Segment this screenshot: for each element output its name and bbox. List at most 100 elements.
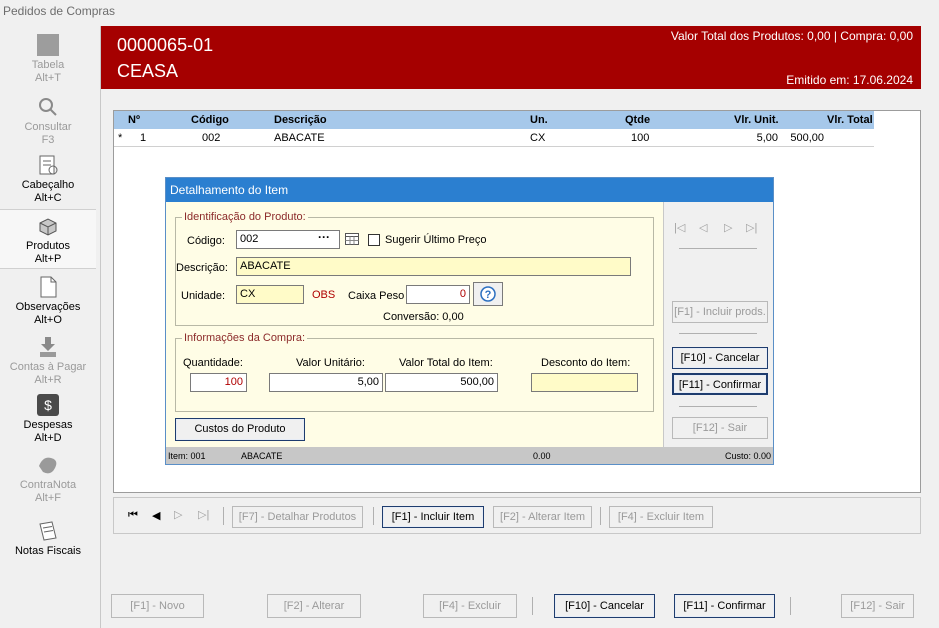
svg-text:?: ? <box>485 289 492 301</box>
alter-button[interactable]: [F2] - Alterar <box>267 594 361 618</box>
first-record-icon[interactable]: ⏮ <box>128 509 138 522</box>
col-header-total[interactable]: Vlr. Total <box>827 114 873 126</box>
sidebar-item-observacoes[interactable]: Observações Alt+O <box>0 276 96 327</box>
confirm-button[interactable]: [F11] - Confirmar <box>672 373 768 395</box>
sidebar-item-shortcut: Alt+O <box>34 314 62 326</box>
sidebar-item-contas-a-pagar[interactable]: Contas à Pagar Alt+R <box>0 336 96 387</box>
dialog-title[interactable]: Detalhamento do Item <box>166 178 773 202</box>
supplier-name: CEASA <box>117 61 179 81</box>
discount-label: Desconto do Item: <box>541 357 631 369</box>
previous-record-icon[interactable]: ◀ <box>152 509 160 522</box>
alter-item-button[interactable]: [F2] - Alterar Item <box>493 506 592 528</box>
sidebar-item-notas-fiscais[interactable]: Notas Fiscais <box>0 520 96 558</box>
footer-confirm-button[interactable]: [F11] - Confirmar <box>674 594 775 618</box>
include-item-button[interactable]: [F1] - Incluir Item <box>382 506 484 528</box>
sidebar-item-label: Tabela <box>31 59 65 71</box>
toolbar-separator <box>373 507 374 525</box>
counter-note-icon <box>39 457 57 474</box>
col-header-num[interactable]: Nº <box>128 114 140 126</box>
conversion-text: Conversão: 0,00 <box>383 311 464 323</box>
col-header-unit-value[interactable]: Vlr. Unit. <box>734 114 779 126</box>
sidebar-item-label: Despesas <box>23 419 73 431</box>
unit-label: Unidade: <box>181 290 226 302</box>
next-record-icon[interactable]: ▷ <box>724 221 732 234</box>
issued-date: Emitido em: 17.06.2024 <box>786 73 913 87</box>
sidebar-item-label: Contas à Pagar <box>9 361 87 373</box>
table-row[interactable]: * 1 002 ABACATE CX 100 5,00 500,00 <box>114 129 874 147</box>
cell-code: 002 <box>202 132 221 144</box>
sidebar-item-shortcut: Alt+F <box>35 492 61 504</box>
previous-record-icon[interactable]: ◁ <box>699 221 707 234</box>
panel-divider <box>679 333 757 334</box>
obs-label: OBS <box>312 289 336 301</box>
sidebar-item-cabecalho[interactable]: Cabeçalho Alt+C <box>0 154 96 205</box>
col-header-code[interactable]: Código <box>191 114 229 126</box>
discount-input[interactable] <box>531 373 638 392</box>
last-record-icon[interactable]: ▷| <box>198 508 209 521</box>
sidebar-item-produtos[interactable]: Produtos Alt+P <box>0 209 96 269</box>
sidebar-item-despesas[interactable]: $ Despesas Alt+D <box>0 394 96 445</box>
sidebar-item-contranota[interactable]: ContraNota Alt+F <box>0 454 96 505</box>
footer-separator <box>532 597 533 615</box>
panel-divider <box>679 248 757 249</box>
group-legend: Identificação do Produto: <box>184 211 306 223</box>
footer-exit-button[interactable]: [F12] - Sair <box>841 594 914 618</box>
sidebar-item-shortcut: Alt+R <box>34 374 62 386</box>
sidebar-item-label: ContraNota <box>19 479 77 491</box>
detail-products-button[interactable]: [F7] - Detalhar Produtos <box>232 506 363 528</box>
sidebar-item-label: Cabeçalho <box>21 179 75 191</box>
quantity-input[interactable]: 100 <box>190 373 247 392</box>
sidebar-item-tabela[interactable]: Tabela Alt+T <box>0 34 96 85</box>
box-weight-input[interactable]: 0 <box>406 285 470 304</box>
first-record-icon[interactable]: |◁ <box>674 221 685 234</box>
col-header-unit[interactable]: Un. <box>530 114 548 126</box>
svg-text:$: $ <box>44 397 52 413</box>
cell-total: 500,00 <box>790 132 824 144</box>
unit-input[interactable]: CX <box>236 285 304 304</box>
unit-price-label: Valor Unitário: <box>296 357 365 369</box>
cell-unit-value: 5,00 <box>756 132 778 144</box>
footer-cancel-button[interactable]: [F10] - Cancelar <box>554 594 655 618</box>
footer-separator <box>790 597 791 615</box>
sidebar-item-shortcut: Alt+T <box>35 72 61 84</box>
grid-toolbar: ⏮ ◀ ▷ ▷| [F7] - Detalhar Produtos [F1] -… <box>113 497 921 534</box>
suggest-last-price-checkbox[interactable] <box>368 234 380 246</box>
sidebar-item-label: Consultar <box>24 121 72 133</box>
item-total-input[interactable]: 500,00 <box>385 373 498 392</box>
sidebar-item-label: Produtos <box>25 240 71 252</box>
delete-button[interactable]: [F4] - Excluir <box>423 594 517 618</box>
unit-price-input[interactable]: 5,00 <box>269 373 383 392</box>
last-record-icon[interactable]: ▷| <box>746 221 757 234</box>
new-button[interactable]: [F1] - Novo <box>111 594 204 618</box>
description-label: Descrição: <box>176 262 228 274</box>
description-input[interactable]: ABACATE <box>236 257 631 276</box>
item-total-label: Valor Total do Item: <box>399 357 493 369</box>
notes-icon <box>40 276 57 298</box>
status-description: ABACATE <box>241 451 283 461</box>
include-products-button[interactable]: [F1] - Incluir prods. <box>672 301 768 323</box>
sidebar-item-consultar[interactable]: Consultar F3 <box>0 96 96 147</box>
dialog-action-panel: |◁ ◁ ▷ ▷| [F1] - Incluir prods. [F10] - … <box>663 202 773 447</box>
invoices-icon <box>39 521 57 541</box>
next-record-icon[interactable]: ▷ <box>174 508 182 521</box>
window-title: Pedidos de Compras <box>3 4 116 18</box>
product-costs-button[interactable]: Custos do Produto <box>175 418 305 441</box>
item-detail-dialog: Detalhamento do Item Identificação do Pr… <box>165 177 774 465</box>
status-cost: Custo: 0.00 <box>724 451 771 461</box>
cell-num: 1 <box>140 132 147 144</box>
sidebar-item-shortcut: Alt+D <box>34 432 62 444</box>
sidebar: Tabela Alt+T Consultar F3 Cabeçalho Alt+… <box>0 26 101 628</box>
delete-item-button[interactable]: [F4] - Excluir Item <box>609 506 713 528</box>
table-icon <box>37 34 59 56</box>
help-button[interactable]: ? <box>473 282 503 306</box>
exit-button[interactable]: [F12] - Sair <box>672 417 768 439</box>
grid-header: Nº Código Descrição Un. Qtde Vlr. Unit. … <box>114 111 874 129</box>
ellipsis-lookup-icon[interactable]: ··· <box>318 230 330 244</box>
toolbar-separator <box>223 507 224 525</box>
col-header-qty[interactable]: Qtde <box>625 114 650 126</box>
calendar-icon[interactable] <box>345 233 359 245</box>
col-header-description[interactable]: Descrição <box>274 114 327 126</box>
cancel-button[interactable]: [F10] - Cancelar <box>672 347 768 369</box>
search-icon <box>39 98 57 116</box>
help-icon: ? <box>480 286 496 302</box>
